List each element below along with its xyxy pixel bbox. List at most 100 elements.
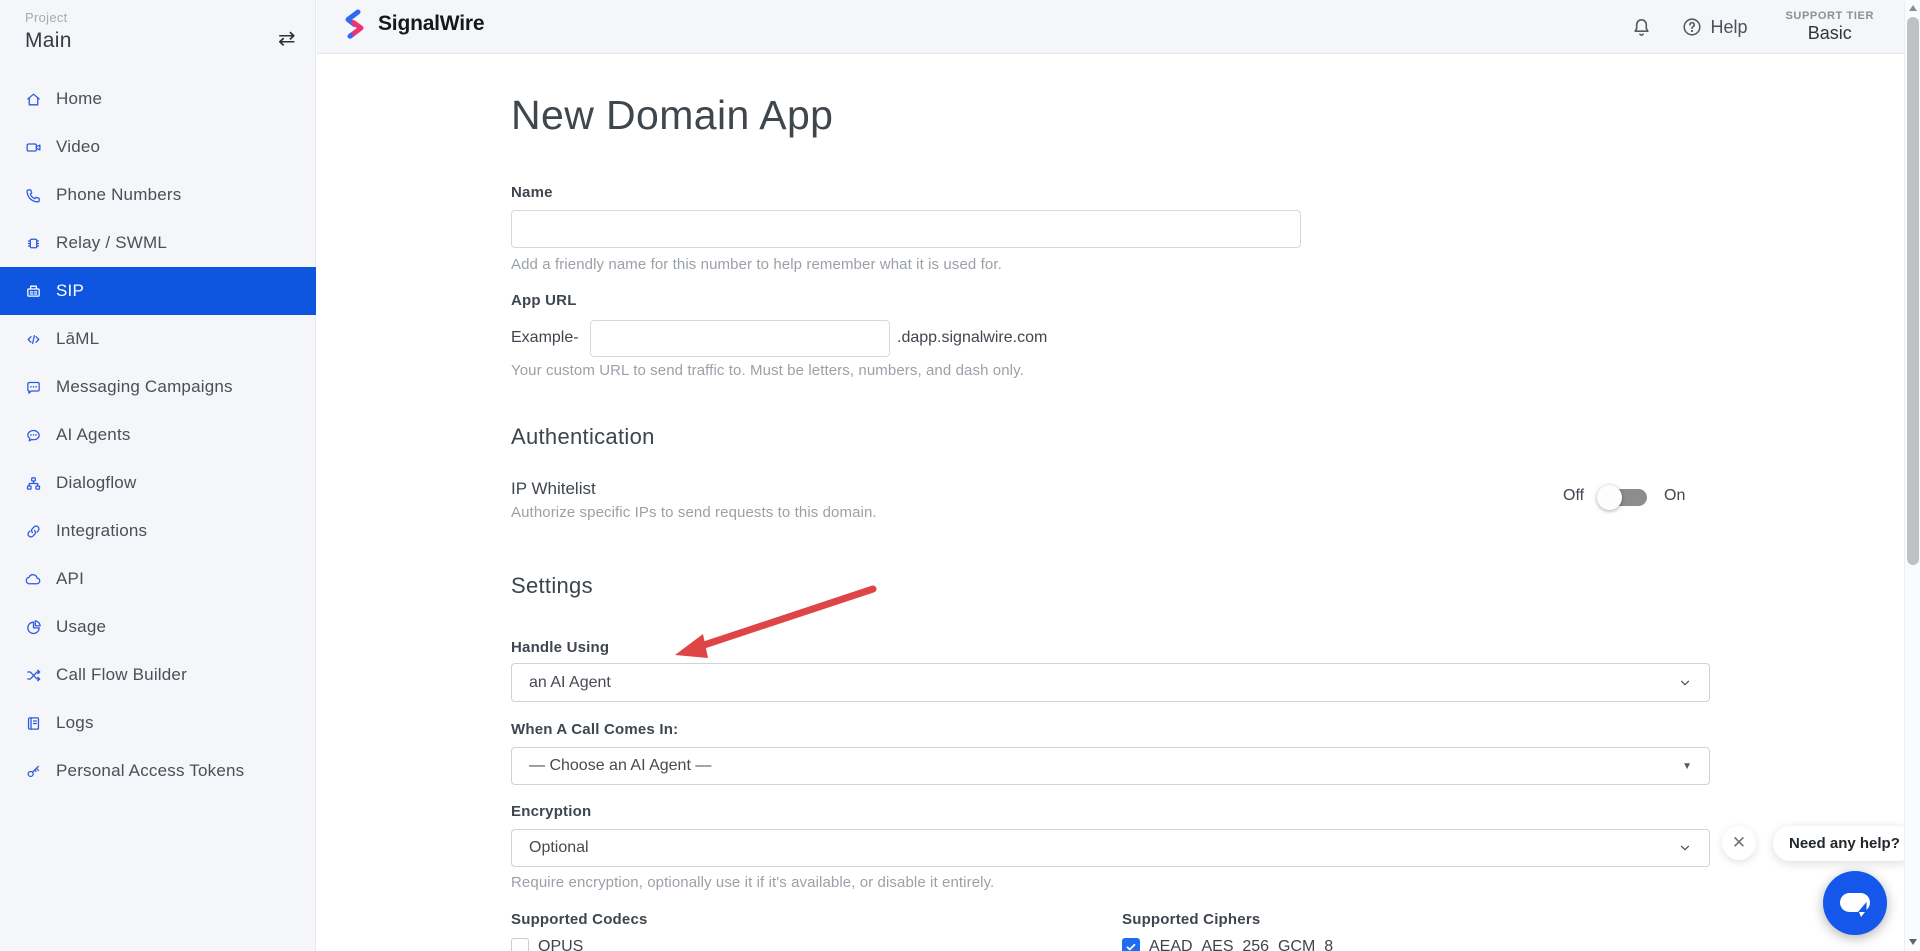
cipher-option-row: AEAD_AES_256_GCM_8 xyxy=(1122,938,1333,951)
shuffle-icon xyxy=(25,667,42,684)
sidebar-item-label: Phone Numbers xyxy=(56,185,181,205)
top-header: SignalWire Help SUPPORT TIER Basic xyxy=(317,0,1904,54)
chevron-down-icon xyxy=(1678,841,1692,855)
sidebar-item-integrations[interactable]: Integrations xyxy=(0,507,316,555)
scroll-down-arrow[interactable] xyxy=(1909,939,1917,945)
sidebar-item-phone-numbers[interactable]: Phone Numbers xyxy=(0,171,316,219)
sidebar-item-call-flow-builder[interactable]: Call Flow Builder xyxy=(0,651,316,699)
book-icon xyxy=(25,715,42,732)
sidebar-item-ai-agents[interactable]: AI Agents xyxy=(0,411,316,459)
sidebar-item-label: AI Agents xyxy=(56,425,131,445)
aead-aes-256-gcm-8-checkbox[interactable] xyxy=(1122,938,1140,951)
name-label: Name xyxy=(511,184,553,201)
cipher-option-label: AEAD_AES_256_GCM_8 xyxy=(1149,938,1333,951)
sidebar-item-label: Video xyxy=(56,137,100,157)
toggle-off-label: Off xyxy=(1563,487,1584,505)
handle-using-value: an AI Agent xyxy=(529,674,611,692)
encryption-label: Encryption xyxy=(511,803,591,820)
support-tier-value: Basic xyxy=(1786,23,1875,44)
toggle-on-label: On xyxy=(1664,487,1685,505)
sidebar: Project Main ⇄ Home Video Phone Numbers … xyxy=(0,0,316,951)
sidebar-item-laml[interactable]: LāML xyxy=(0,315,316,363)
sidebar-item-relay-swml[interactable]: Relay / SWML xyxy=(0,219,316,267)
sidebar-item-label: LāML xyxy=(56,329,99,349)
ip-whitelist-toggle[interactable] xyxy=(1600,489,1647,506)
codec-option-row: OPUS xyxy=(511,938,583,951)
chat-bubble-icon xyxy=(25,427,42,444)
authentication-heading: Authentication xyxy=(511,424,655,450)
sidebar-item-personal-access-tokens[interactable]: Personal Access Tokens xyxy=(0,747,316,795)
sidebar-item-video[interactable]: Video xyxy=(0,123,316,171)
sidebar-item-home[interactable]: Home xyxy=(0,75,316,123)
sidebar-item-messaging-campaigns[interactable]: Messaging Campaigns xyxy=(0,363,316,411)
opus-checkbox[interactable] xyxy=(511,938,529,951)
help-button[interactable]: Help xyxy=(1681,16,1747,38)
sidebar-item-label: Integrations xyxy=(56,521,147,541)
supported-codecs-label: Supported Codecs xyxy=(511,911,648,928)
sidebar-item-dialogflow[interactable]: Dialogflow xyxy=(0,459,316,507)
sidebar-item-api[interactable]: API xyxy=(0,555,316,603)
sidebar-item-label: Relay / SWML xyxy=(56,233,167,253)
help-label: Help xyxy=(1710,17,1747,38)
sidebar-nav: Home Video Phone Numbers Relay / SWML SI… xyxy=(0,75,316,795)
key-icon xyxy=(25,763,42,780)
handle-using-select[interactable]: an AI Agent xyxy=(511,663,1710,702)
signalwire-logo-icon xyxy=(341,8,368,40)
call-comes-in-value: — Choose an AI Agent — xyxy=(529,757,711,775)
name-help: Add a friendly name for this number to h… xyxy=(511,256,1002,273)
scroll-up-arrow[interactable] xyxy=(1909,5,1917,11)
handle-using-label: Handle Using xyxy=(511,639,609,656)
phone-icon xyxy=(25,187,42,204)
toggle-knob xyxy=(1597,485,1622,510)
main-content: New Domain App Name Add a friendly name … xyxy=(317,54,1904,951)
project-name: Main xyxy=(25,29,72,53)
encryption-value: Optional xyxy=(529,839,589,857)
sidebar-item-label: Call Flow Builder xyxy=(56,665,187,685)
pie-chart-icon xyxy=(25,619,42,636)
encryption-select[interactable]: Optional xyxy=(511,829,1710,867)
sidebar-item-label: Messaging Campaigns xyxy=(56,377,233,397)
support-tier-label: SUPPORT TIER xyxy=(1786,10,1875,22)
sitemap-icon xyxy=(25,475,42,492)
sidebar-item-label: Logs xyxy=(56,713,94,733)
signalwire-logo[interactable]: SignalWire xyxy=(341,8,484,40)
home-icon xyxy=(25,91,42,108)
chip-icon xyxy=(25,235,42,252)
sidebar-item-usage[interactable]: Usage xyxy=(0,603,316,651)
project-label: Project xyxy=(25,10,68,25)
app-url-label: App URL xyxy=(511,292,577,309)
ip-whitelist-label: IP Whitelist xyxy=(511,479,596,499)
app-url-input[interactable] xyxy=(590,320,890,357)
sidebar-item-logs[interactable]: Logs xyxy=(0,699,316,747)
question-circle-icon xyxy=(1681,16,1703,38)
video-icon xyxy=(25,139,42,156)
sidebar-item-label: Usage xyxy=(56,617,106,637)
sidebar-item-label: Personal Access Tokens xyxy=(56,761,244,781)
supported-ciphers-label: Supported Ciphers xyxy=(1122,911,1260,928)
app-url-prefix: Example- xyxy=(511,329,579,347)
chat-bubble-icon xyxy=(1838,888,1872,918)
page-title: New Domain App xyxy=(511,92,833,139)
app-url-help: Your custom URL to send traffic to. Must… xyxy=(511,362,1024,379)
sidebar-item-label: API xyxy=(56,569,84,589)
switch-project-icon[interactable]: ⇄ xyxy=(278,28,296,49)
cloud-icon xyxy=(25,571,42,588)
call-comes-in-label: When A Call Comes In: xyxy=(511,721,678,738)
call-comes-in-select[interactable]: — Choose an AI Agent — ▼ xyxy=(511,747,1710,785)
code-icon xyxy=(25,331,42,348)
page-scrollbar xyxy=(1904,0,1920,951)
codec-option-label: OPUS xyxy=(538,938,583,951)
sidebar-item-sip[interactable]: SIP xyxy=(0,267,316,315)
brand-name: SignalWire xyxy=(378,12,484,36)
chat-launcher-button[interactable] xyxy=(1823,871,1887,935)
sidebar-item-label: SIP xyxy=(56,281,84,301)
app-url-suffix: .dapp.signalwire.com xyxy=(897,329,1047,347)
sidebar-item-label: Home xyxy=(56,89,102,109)
scrollbar-thumb[interactable] xyxy=(1907,17,1919,565)
name-input[interactable] xyxy=(511,210,1301,248)
chat-tooltip: Need any help? xyxy=(1773,826,1916,861)
chat-tooltip-close-icon[interactable]: ✕ xyxy=(1722,826,1756,860)
dropdown-arrow-icon: ▼ xyxy=(1682,761,1692,772)
notifications-bell-icon[interactable] xyxy=(1630,16,1653,39)
settings-heading: Settings xyxy=(511,573,593,599)
